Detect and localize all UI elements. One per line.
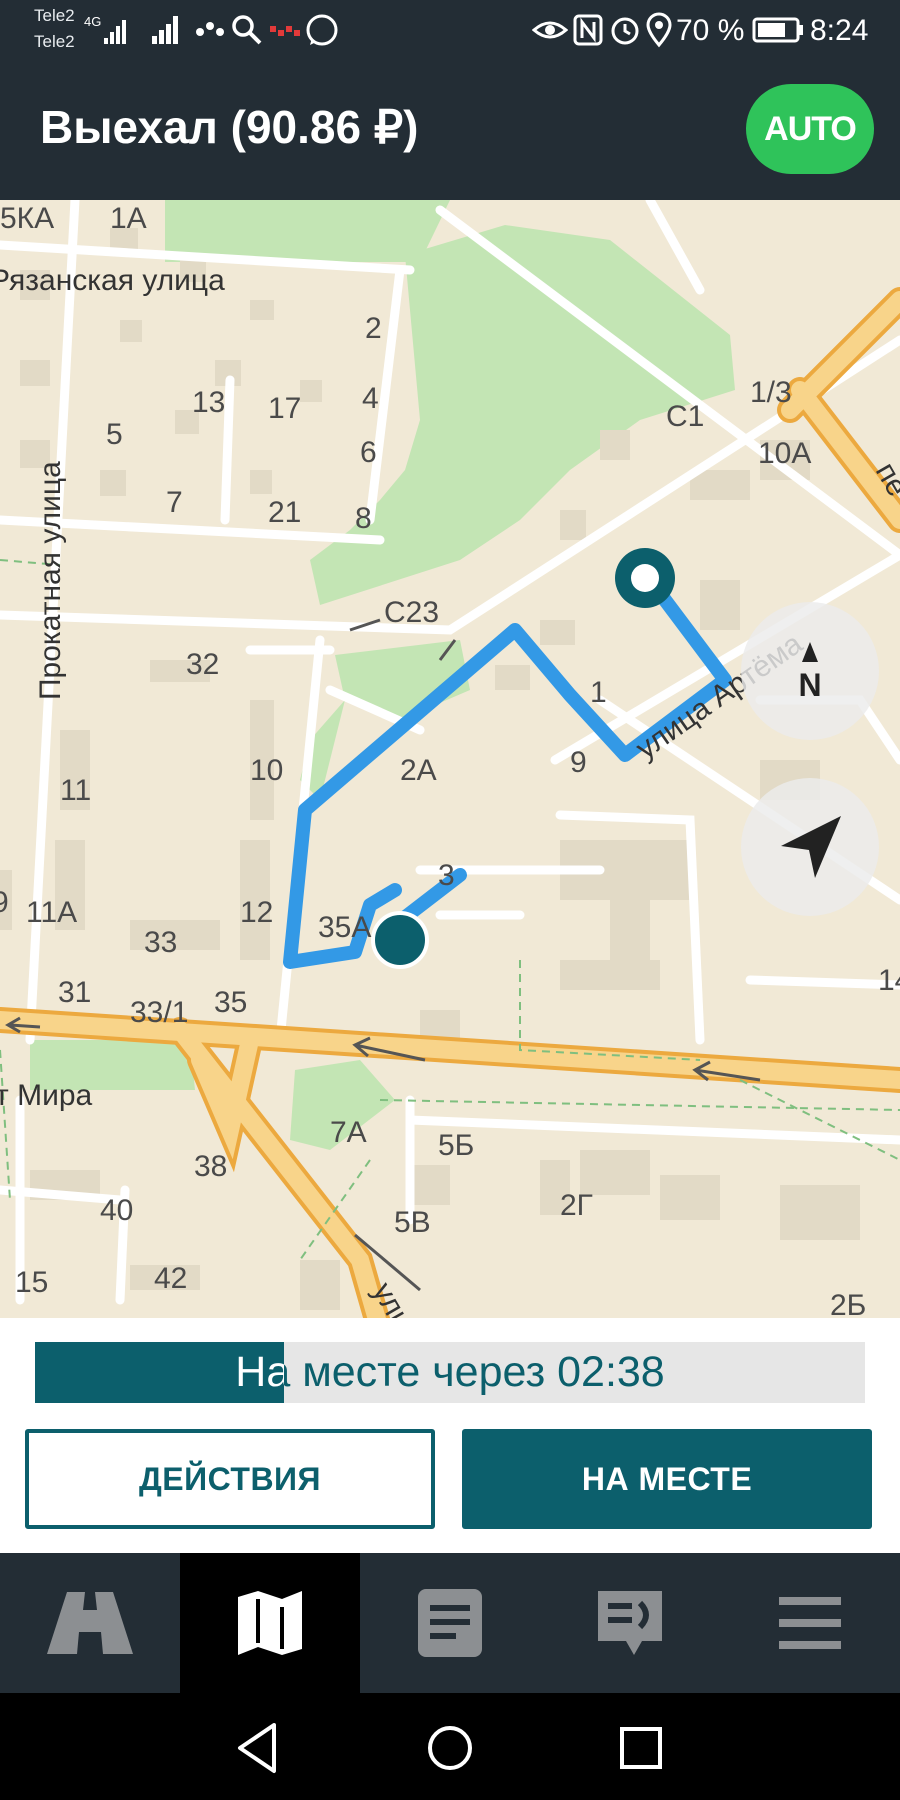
map-icon bbox=[238, 1591, 302, 1655]
taxi-app-icon bbox=[270, 26, 300, 36]
house-number-label: 2Г bbox=[560, 1189, 593, 1222]
route-line bbox=[283, 573, 732, 969]
actions-button[interactable]: ДЕЙСТВИЯ bbox=[25, 1429, 435, 1529]
home-icon[interactable] bbox=[415, 1713, 485, 1783]
house-number-label: 10А bbox=[758, 437, 811, 470]
compass-icon: N bbox=[798, 642, 822, 703]
house-number-label: 40 bbox=[100, 1194, 133, 1227]
system-navigation-bar bbox=[0, 1693, 900, 1800]
network-type-label: 4G bbox=[84, 14, 101, 29]
chat-icon bbox=[598, 1591, 662, 1655]
house-number-label: 13 bbox=[192, 386, 225, 419]
battery-icon bbox=[752, 17, 803, 43]
bottom-panel: На месте через 02:38 На месте через 02:3… bbox=[0, 1318, 900, 1553]
house-number-label: 12 bbox=[240, 896, 273, 929]
search-icon bbox=[232, 15, 262, 45]
house-number-label: 31 bbox=[58, 976, 91, 1009]
house-number-label: 3 bbox=[438, 859, 455, 892]
alarm-icon bbox=[611, 17, 639, 45]
nav-chat[interactable] bbox=[540, 1553, 720, 1693]
house-number-label: 11 bbox=[60, 774, 91, 807]
nav-road[interactable] bbox=[0, 1553, 180, 1693]
house-number-label: 8 bbox=[355, 502, 372, 535]
house-number-label: 14 bbox=[878, 964, 900, 997]
street-label: Рязанская улица bbox=[0, 264, 225, 297]
carrier-label-2: Tele2 bbox=[34, 32, 75, 51]
house-number-label: С1 bbox=[666, 400, 704, 433]
eta-text-overlay: На месте через 02:38 bbox=[235, 1348, 284, 1396]
street-label: Прокатная улица bbox=[34, 461, 67, 700]
house-number-label: 9 bbox=[0, 886, 9, 919]
house-number-label: 11А bbox=[26, 896, 77, 929]
house-number-label: С23 bbox=[384, 596, 439, 629]
orders-icon bbox=[418, 1589, 482, 1657]
house-number-label: 9 bbox=[570, 746, 587, 779]
house-number-label: 2 bbox=[365, 312, 382, 345]
driver-position-marker[interactable] bbox=[371, 911, 429, 969]
park-area bbox=[165, 200, 450, 262]
order-status-title: Выехал (90.86 ₽) bbox=[40, 101, 419, 153]
bottom-navigation bbox=[0, 1553, 900, 1693]
signal-icon: 4G bbox=[84, 14, 126, 44]
status-bar: Tele2 Tele2 4G 70 % 8:24 bbox=[0, 0, 900, 62]
house-number-label: 7 bbox=[166, 486, 183, 519]
clock: 8:24 bbox=[810, 14, 869, 47]
svg-text:N: N bbox=[798, 667, 821, 703]
map-view[interactable]: Рязанская улица Прокатная улица улица Ар… bbox=[0, 200, 900, 1318]
dots-icon bbox=[196, 22, 224, 36]
house-number-label: 42 bbox=[154, 1262, 187, 1295]
house-number-label: 5КА bbox=[0, 202, 54, 235]
whatsapp-icon bbox=[306, 14, 338, 46]
nfc-icon bbox=[573, 14, 603, 46]
house-number-label: 1А bbox=[110, 202, 147, 235]
nav-menu[interactable] bbox=[720, 1553, 900, 1693]
signal-icon-2 bbox=[152, 16, 178, 44]
house-number-label: 1 bbox=[590, 676, 607, 709]
house-number-label: 6 bbox=[360, 436, 377, 469]
house-number-label: 35 bbox=[214, 986, 247, 1019]
house-number-label: 32 bbox=[186, 648, 219, 681]
carrier-label: Tele2 bbox=[34, 6, 75, 25]
menu-icon bbox=[779, 1597, 841, 1649]
nav-orders[interactable] bbox=[360, 1553, 540, 1693]
arrived-button[interactable]: НА МЕСТЕ bbox=[462, 1429, 872, 1529]
house-number-label: 5В bbox=[394, 1206, 431, 1239]
house-number-label: 15 bbox=[15, 1266, 48, 1299]
back-icon[interactable] bbox=[222, 1713, 292, 1783]
battery-percentage: 70 % bbox=[676, 14, 745, 47]
recent-apps-icon[interactable] bbox=[606, 1713, 676, 1783]
house-number-label: 33/1 bbox=[130, 996, 188, 1029]
house-number-label: 2Б bbox=[830, 1289, 866, 1318]
house-number-label: 5 bbox=[106, 418, 123, 451]
location-pin-icon bbox=[646, 12, 672, 48]
auto-button[interactable]: AUTO bbox=[746, 84, 874, 174]
house-number-label: 4 bbox=[362, 382, 379, 415]
app-bar: Выехал (90.86 ₽) AUTO bbox=[0, 62, 900, 200]
house-number-label: 21 bbox=[268, 496, 301, 529]
house-number-label: 1/3 bbox=[750, 376, 792, 409]
house-number-label: 33 bbox=[144, 926, 177, 959]
compass-button[interactable]: N bbox=[741, 602, 879, 740]
house-number-label: 35А bbox=[318, 911, 371, 944]
eta-progress-bar: На месте через 02:38 На месте через 02:3… bbox=[35, 1342, 865, 1403]
house-number-label: 17 bbox=[268, 392, 301, 425]
map-canvas: Рязанская улица Прокатная улица улица Ар… bbox=[0, 200, 900, 1318]
nav-map[interactable] bbox=[180, 1553, 360, 1693]
house-number-label: 38 bbox=[194, 1150, 227, 1183]
eye-icon bbox=[532, 21, 568, 39]
my-location-button[interactable] bbox=[741, 778, 879, 916]
house-number-label: 10 bbox=[250, 754, 283, 787]
house-number-label: 7А bbox=[330, 1116, 367, 1149]
road-icon bbox=[47, 1592, 133, 1654]
house-number-label: 2А bbox=[400, 754, 437, 787]
navigation-arrow-icon bbox=[781, 816, 841, 878]
street-label: т Мира bbox=[0, 1079, 93, 1112]
house-number-label: 5Б bbox=[438, 1129, 474, 1162]
